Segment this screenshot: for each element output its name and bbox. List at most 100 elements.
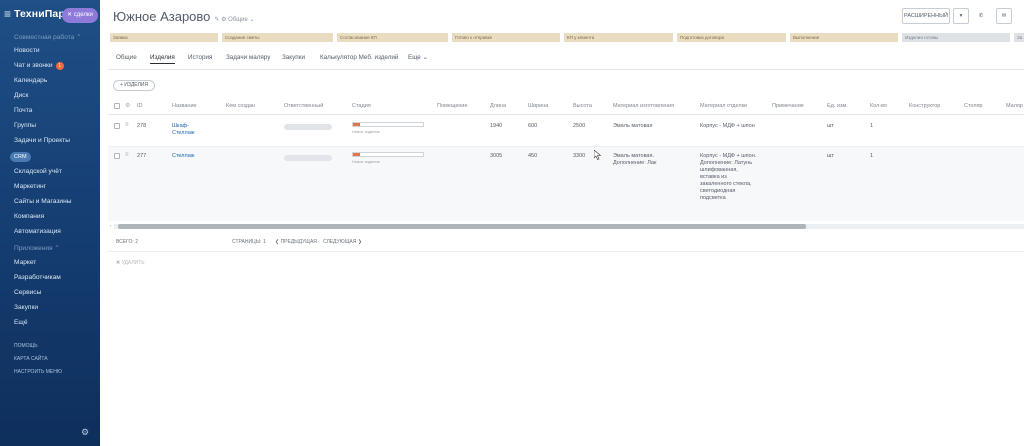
- col-stage[interactable]: Стадия: [352, 103, 371, 109]
- stage-label: Новое изделие: [352, 129, 380, 134]
- row-unit: шт: [827, 123, 834, 129]
- stage-contract[interactable]: Подготовка договора: [677, 33, 786, 42]
- view-dropdown-button[interactable]: ▾: [953, 8, 969, 24]
- sidebar-item-automation[interactable]: Автоматизация: [14, 228, 61, 235]
- row-name-link[interactable]: Шкаф-Стеллаж: [172, 123, 204, 137]
- col-created-by[interactable]: Кем создан: [226, 103, 255, 109]
- responsible-avatar-blurred[interactable]: [284, 124, 332, 130]
- tab-history[interactable]: История: [188, 54, 212, 61]
- col-unit[interactable]: Ед. изм.: [827, 103, 848, 109]
- delete-button[interactable]: ✖ УДАЛИТЬ: [116, 260, 145, 266]
- sidebar-item-chat[interactable]: Чат и звонки 1: [14, 62, 64, 70]
- sidebar-item-news[interactable]: Новости: [14, 47, 40, 54]
- column-settings-gear-icon[interactable]: ⚙: [125, 102, 130, 109]
- sidebar-sitemap-link[interactable]: КАРТА САЙТА: [14, 356, 48, 362]
- add-product-button[interactable]: + ИЗДЕЛИЯ: [113, 80, 156, 91]
- tab-general[interactable]: Общие: [116, 54, 137, 61]
- row-length: 1940: [490, 123, 503, 129]
- sidebar-item-disk[interactable]: Диск: [14, 92, 28, 99]
- pages-label: СТРАНИЦЫ: 1: [232, 239, 266, 245]
- row-finish: Корпус - МДФ + шпон. Дополнение: Латунь …: [700, 153, 757, 201]
- horizontal-scrollbar-thumb[interactable]: [118, 224, 806, 229]
- expanded-view-button[interactable]: РАСШИРЕННЫЙ: [902, 8, 950, 24]
- sidebar-item-services[interactable]: Сервисы: [14, 289, 41, 296]
- sidebar-item-marketing[interactable]: Маркетинг: [14, 183, 46, 190]
- sidebar-item-calendar[interactable]: Календарь: [14, 77, 47, 84]
- col-height[interactable]: Высота: [573, 103, 592, 109]
- mouse-cursor-icon: [594, 150, 602, 160]
- stage-products-ready[interactable]: Изделия готовы: [902, 33, 1010, 42]
- responsible-avatar-blurred[interactable]: [284, 155, 332, 161]
- stage-ready-to-send[interactable]: Готово к отправке: [452, 33, 560, 42]
- row-id: 278: [137, 123, 147, 129]
- row-height: 2500: [573, 123, 586, 129]
- col-length[interactable]: Длина: [490, 103, 506, 109]
- settings-gear-icon[interactable]: ⚙: [81, 427, 89, 438]
- col-finish[interactable]: Материал отделки: [700, 103, 747, 109]
- tab-more[interactable]: Еще ⌄: [408, 54, 428, 61]
- stage-execution[interactable]: Выполнение: [790, 33, 898, 42]
- sidebar-item-company[interactable]: Компания: [14, 213, 44, 220]
- stage-estimate[interactable]: Создание сметы: [222, 33, 333, 42]
- stage-next[interactable]: За: [1014, 33, 1024, 42]
- col-material[interactable]: Материал изготовления: [613, 103, 674, 109]
- phone-icon[interactable]: ✆: [973, 8, 989, 24]
- stage-approval[interactable]: Согласование КП: [337, 33, 448, 42]
- tag-badge[interactable]: ✕ сделки: [62, 8, 98, 23]
- col-id[interactable]: ID: [137, 103, 143, 109]
- col-designer[interactable]: Конструктор: [909, 103, 940, 109]
- sidebar-item-mail[interactable]: Почта: [14, 107, 32, 114]
- sidebar-item-developers[interactable]: Разработчикам: [14, 274, 61, 281]
- mail-icon[interactable]: ✉: [996, 8, 1012, 24]
- row-checkbox[interactable]: [114, 153, 120, 159]
- table-row-highlight: [108, 147, 1024, 221]
- sidebar-help-link[interactable]: ПОМОЩЬ: [14, 343, 38, 349]
- scroll-left-arrow-icon[interactable]: ‹: [110, 223, 111, 228]
- sidebar-item-sites[interactable]: Сайты и Магазины: [14, 198, 71, 205]
- row-menu-icon[interactable]: ≡: [125, 152, 129, 158]
- page-title: Южное Азарово ✎ ⚙ Общие ⌄: [113, 9, 255, 24]
- sidebar-item-warehouse[interactable]: Складской учёт: [14, 168, 62, 175]
- sidebar-item-more[interactable]: Ещё: [14, 319, 28, 326]
- tab-furniture-calculator[interactable]: Калькулятор Меб. изделий: [320, 54, 398, 61]
- table-header-divider: [108, 114, 1024, 115]
- row-menu-icon[interactable]: ≡: [125, 122, 129, 128]
- row-id: 277: [137, 153, 147, 159]
- stage-offer-at-client[interactable]: КП у клиента: [564, 33, 673, 42]
- col-note[interactable]: Примечание: [772, 103, 804, 109]
- sidebar-item-tasks[interactable]: Задачи и Проекты: [14, 137, 70, 144]
- row-length: 3005: [490, 153, 503, 159]
- col-room[interactable]: Помещение: [437, 103, 468, 109]
- col-responsible[interactable]: Ответственный: [284, 103, 323, 109]
- col-name[interactable]: Название: [172, 103, 197, 109]
- stage-progress[interactable]: [352, 152, 424, 157]
- menu-icon[interactable]: ≡: [4, 7, 11, 21]
- stage-progress[interactable]: [352, 122, 424, 127]
- sidebar-item-apps[interactable]: Приложения ⌃: [14, 244, 60, 252]
- row-name-link[interactable]: Стеллаж: [172, 153, 194, 160]
- col-qty[interactable]: Кол-во: [870, 103, 887, 109]
- col-painter[interactable]: Маляр: [1006, 103, 1023, 109]
- sidebar-item-collab[interactable]: Совместная работа ⌃: [14, 33, 82, 41]
- sidebar-item-market[interactable]: Маркет: [14, 259, 36, 266]
- sidebar-configure-menu-link[interactable]: НАСТРОИТЬ МЕНЮ: [14, 369, 62, 375]
- col-carpenter[interactable]: Столяр: [964, 103, 983, 109]
- page-title-text: Южное Азарово: [113, 9, 211, 24]
- row-material: Эмаль матовая: [613, 123, 653, 129]
- tab-painter-tasks[interactable]: Задачи маляру: [226, 54, 270, 61]
- select-all-checkbox[interactable]: [114, 103, 120, 109]
- next-page-link[interactable]: СЛЕДУЮЩАЯ ❯: [323, 239, 362, 245]
- sidebar-item-groups[interactable]: Группы: [14, 122, 36, 129]
- tab-purchases[interactable]: Закупки: [282, 54, 305, 61]
- sidebar-item-crm[interactable]: CRM: [10, 152, 31, 162]
- stage-request[interactable]: Заявка: [110, 33, 218, 42]
- tab-products[interactable]: Изделия: [150, 54, 175, 64]
- col-width[interactable]: Ширина: [528, 103, 548, 109]
- sidebar-item-purchases[interactable]: Закупки: [14, 304, 38, 311]
- title-extra[interactable]: ✎ ⚙ Общие ⌄: [214, 17, 254, 23]
- row-qty: 1: [870, 153, 874, 159]
- row-checkbox[interactable]: [114, 123, 120, 129]
- chat-badge: 1: [55, 62, 64, 70]
- tab-divider: [108, 69, 1024, 70]
- prev-page-link[interactable]: ❮ ПРЕДЫДУЩАЯ: [275, 239, 317, 245]
